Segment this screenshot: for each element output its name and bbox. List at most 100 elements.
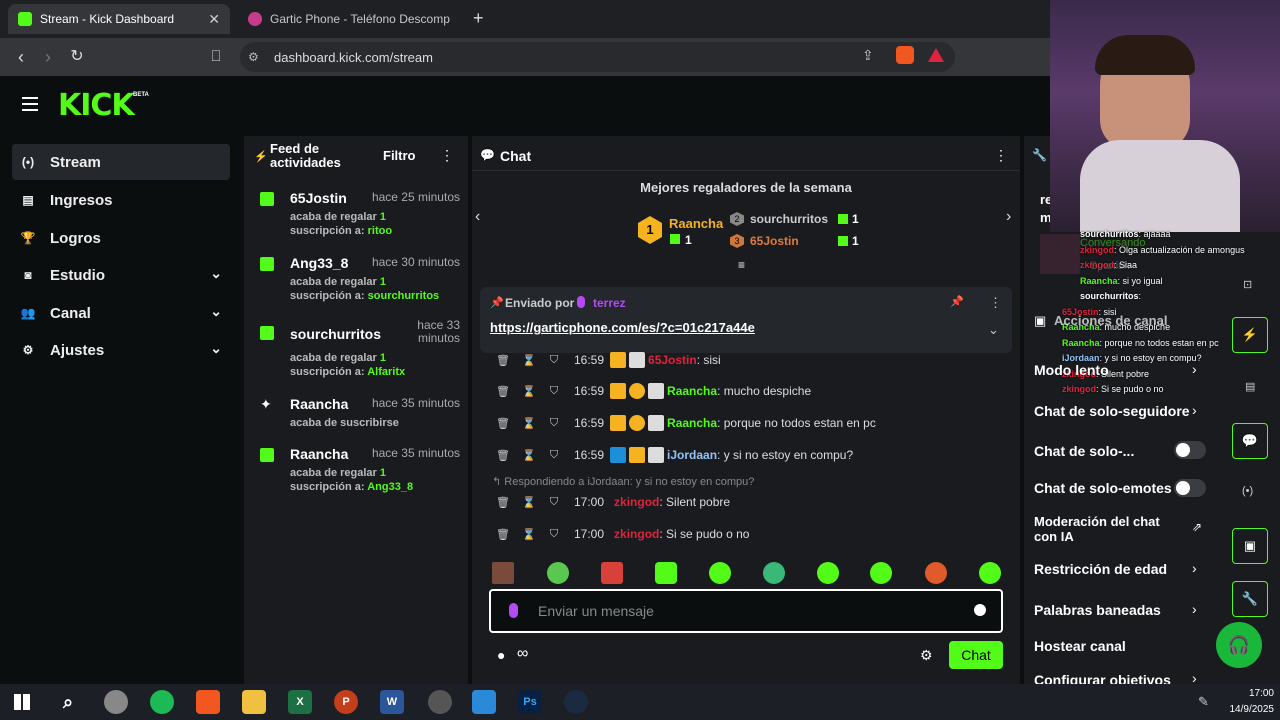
headset-icon[interactable]: 🎧 [1216, 622, 1262, 668]
collapse-icon[interactable]: ≡ [738, 258, 745, 272]
emoji-icon[interactable] [974, 604, 986, 616]
timeout-icon[interactable]: ⌛ [522, 417, 536, 430]
external-link-icon[interactable]: ⇗ [1192, 520, 1202, 534]
brave-icon[interactable] [196, 690, 220, 714]
chat-username[interactable]: 65Jostin [648, 353, 697, 367]
pinned-link[interactable]: https://garticphone.com/es/?c=01c217a44e [490, 320, 755, 335]
leader-name[interactable]: sourchurritos [750, 212, 828, 226]
ban-icon[interactable]: ⛉ [548, 417, 560, 430]
spotify-icon[interactable] [150, 690, 174, 714]
chat-more-icon[interactable]: ⋮ [994, 147, 1008, 164]
site-settings-icon[interactable]: ⚙ [248, 50, 259, 64]
chat-settings-gear-icon[interactable]: ⚙ [920, 647, 933, 664]
subs-only-toggle[interactable] [1174, 441, 1206, 459]
wrench-tool-icon[interactable]: 🔧 [1232, 581, 1268, 617]
ban-icon[interactable]: ⛉ [548, 354, 560, 367]
timeout-icon[interactable]: ⌛ [522, 528, 536, 541]
back-arrow-icon[interactable]: ‹ [10, 46, 32, 68]
feed-user[interactable]: Ang33_8 [290, 255, 348, 271]
ban-icon[interactable]: ⛉ [548, 449, 560, 462]
powerpoint-icon[interactable]: P [334, 690, 358, 714]
emote-icon[interactable] [547, 562, 569, 584]
chevron-right-icon[interactable]: › [1192, 670, 1197, 684]
pen-icon[interactable]: ✎ [1198, 694, 1209, 710]
emote-icon[interactable] [817, 562, 839, 584]
tab-gartic-phone[interactable]: Gartic Phone - Teléfono Descompues [238, 4, 460, 34]
chevron-right-icon[interactable]: › [1192, 601, 1197, 617]
leader-name[interactable]: 65Jostin [750, 234, 799, 248]
sidebar-item-logros[interactable]: 🏆 Logros [12, 220, 230, 256]
capture-icon[interactable]: ⊡ [1243, 278, 1252, 291]
ban-icon[interactable]: ⛉ [548, 528, 560, 541]
emote-icon[interactable] [601, 562, 623, 584]
ai-moderation-item[interactable]: Moderación del chat con IA [1034, 514, 1184, 544]
brave-shield-icon[interactable] [896, 46, 914, 64]
windows-start-icon[interactable] [10, 690, 34, 714]
chat-username[interactable]: zkingod [614, 495, 659, 509]
followers-only-item[interactable]: Chat de solo-seguidore [1034, 403, 1190, 419]
tab-kick-dashboard[interactable]: Stream - Kick Dashboard ✕ [8, 4, 230, 34]
sidebar-item-estudio[interactable]: ◙ Estudio ⌄ [12, 257, 230, 293]
chevron-left-icon[interactable]: ‹ [475, 208, 480, 226]
feed-user[interactable]: sourchurritos [290, 326, 381, 342]
unpin-icon[interactable]: 📌 [950, 295, 964, 308]
emote-icon[interactable] [925, 562, 947, 584]
trash-icon[interactable]: 🗑 [496, 417, 510, 430]
pinned-more-icon[interactable]: ⋮ [989, 295, 1002, 311]
trash-icon[interactable]: 🗑 [496, 528, 510, 541]
timeout-icon[interactable]: ⌛ [522, 496, 536, 509]
layout-icon[interactable]: ▣ [1232, 528, 1268, 564]
kick-logo[interactable]: KICK [58, 88, 135, 123]
sidebar-item-stream[interactable]: (•) Stream [12, 144, 230, 180]
trash-icon[interactable]: 🗑 [496, 385, 510, 398]
infinity-icon[interactable]: ∞ [517, 645, 528, 663]
menu-hamburger-icon[interactable] [22, 97, 38, 111]
pinned-user[interactable]: terrez [593, 296, 626, 310]
feed-user[interactable]: 65Jostin [290, 190, 347, 206]
sidebar-item-ajustes[interactable]: ⚙ Ajustes ⌄ [12, 332, 230, 368]
emote-icon[interactable] [979, 562, 1001, 584]
emote-icon[interactable] [870, 562, 892, 584]
trash-icon[interactable]: 🗑 [496, 496, 510, 509]
chatgpt-icon[interactable] [428, 690, 452, 714]
capcut-icon[interactable] [472, 690, 496, 714]
emote-icon[interactable] [763, 562, 785, 584]
timeout-icon[interactable]: ⌛ [522, 354, 536, 367]
chevron-right-icon[interactable]: › [1192, 361, 1197, 377]
send-chat-button[interactable]: Chat [949, 641, 1003, 669]
emotes-only-item[interactable]: Chat de solo-emotes [1034, 480, 1172, 496]
age-restriction-item[interactable]: Restricción de edad [1034, 561, 1167, 577]
sidebar-item-ingresos[interactable]: ▤ Ingresos [12, 182, 230, 218]
timeout-icon[interactable]: ⌛ [522, 385, 536, 398]
broadcast-icon[interactable]: (•) [1242, 485, 1253, 497]
excel-icon[interactable]: X [288, 690, 312, 714]
emote-icon[interactable] [492, 562, 514, 584]
reload-icon[interactable]: ↻ [66, 46, 88, 68]
forward-arrow-icon[interactable]: › [37, 46, 59, 68]
feed-user[interactable]: Raancha [290, 396, 348, 412]
more-options-icon[interactable]: ⋮ [440, 147, 454, 164]
sidebar-item-canal[interactable]: 👥 Canal ⌄ [12, 295, 230, 331]
document-icon[interactable]: ▤ [1245, 380, 1255, 393]
slow-mode-item[interactable]: Modo lento [1034, 362, 1109, 378]
subs-only-item[interactable]: Chat de solo-... [1034, 443, 1134, 459]
banned-words-item[interactable]: Palabras baneadas [1034, 602, 1161, 618]
filter-button[interactable]: Filtro [383, 148, 416, 163]
chat-input-placeholder[interactable]: Enviar un mensaje [538, 603, 654, 619]
chat-username[interactable]: zkingod [614, 527, 659, 541]
quick-actions-icon[interactable]: ⚡ [1232, 317, 1268, 353]
points-icon[interactable]: ● [497, 647, 505, 663]
leader-name[interactable]: Raancha [669, 216, 723, 231]
chat-username[interactable]: Raancha [667, 384, 717, 398]
chevron-right-icon[interactable]: › [1192, 560, 1197, 576]
trash-icon[interactable]: 🗑 [496, 449, 510, 462]
search-icon[interactable]: ⌕ [56, 690, 80, 714]
new-tab-button[interactable]: + [473, 8, 484, 29]
ban-icon[interactable]: ⛉ [548, 385, 560, 398]
host-channel-item[interactable]: Hostear canal [1034, 638, 1126, 654]
emotes-only-toggle[interactable] [1174, 479, 1206, 497]
feed-user[interactable]: Raancha [290, 446, 348, 462]
chat-username[interactable]: Raancha [667, 416, 717, 430]
photoshop-icon[interactable]: Ps [518, 690, 542, 714]
close-tab-icon[interactable]: ✕ [208, 11, 220, 28]
